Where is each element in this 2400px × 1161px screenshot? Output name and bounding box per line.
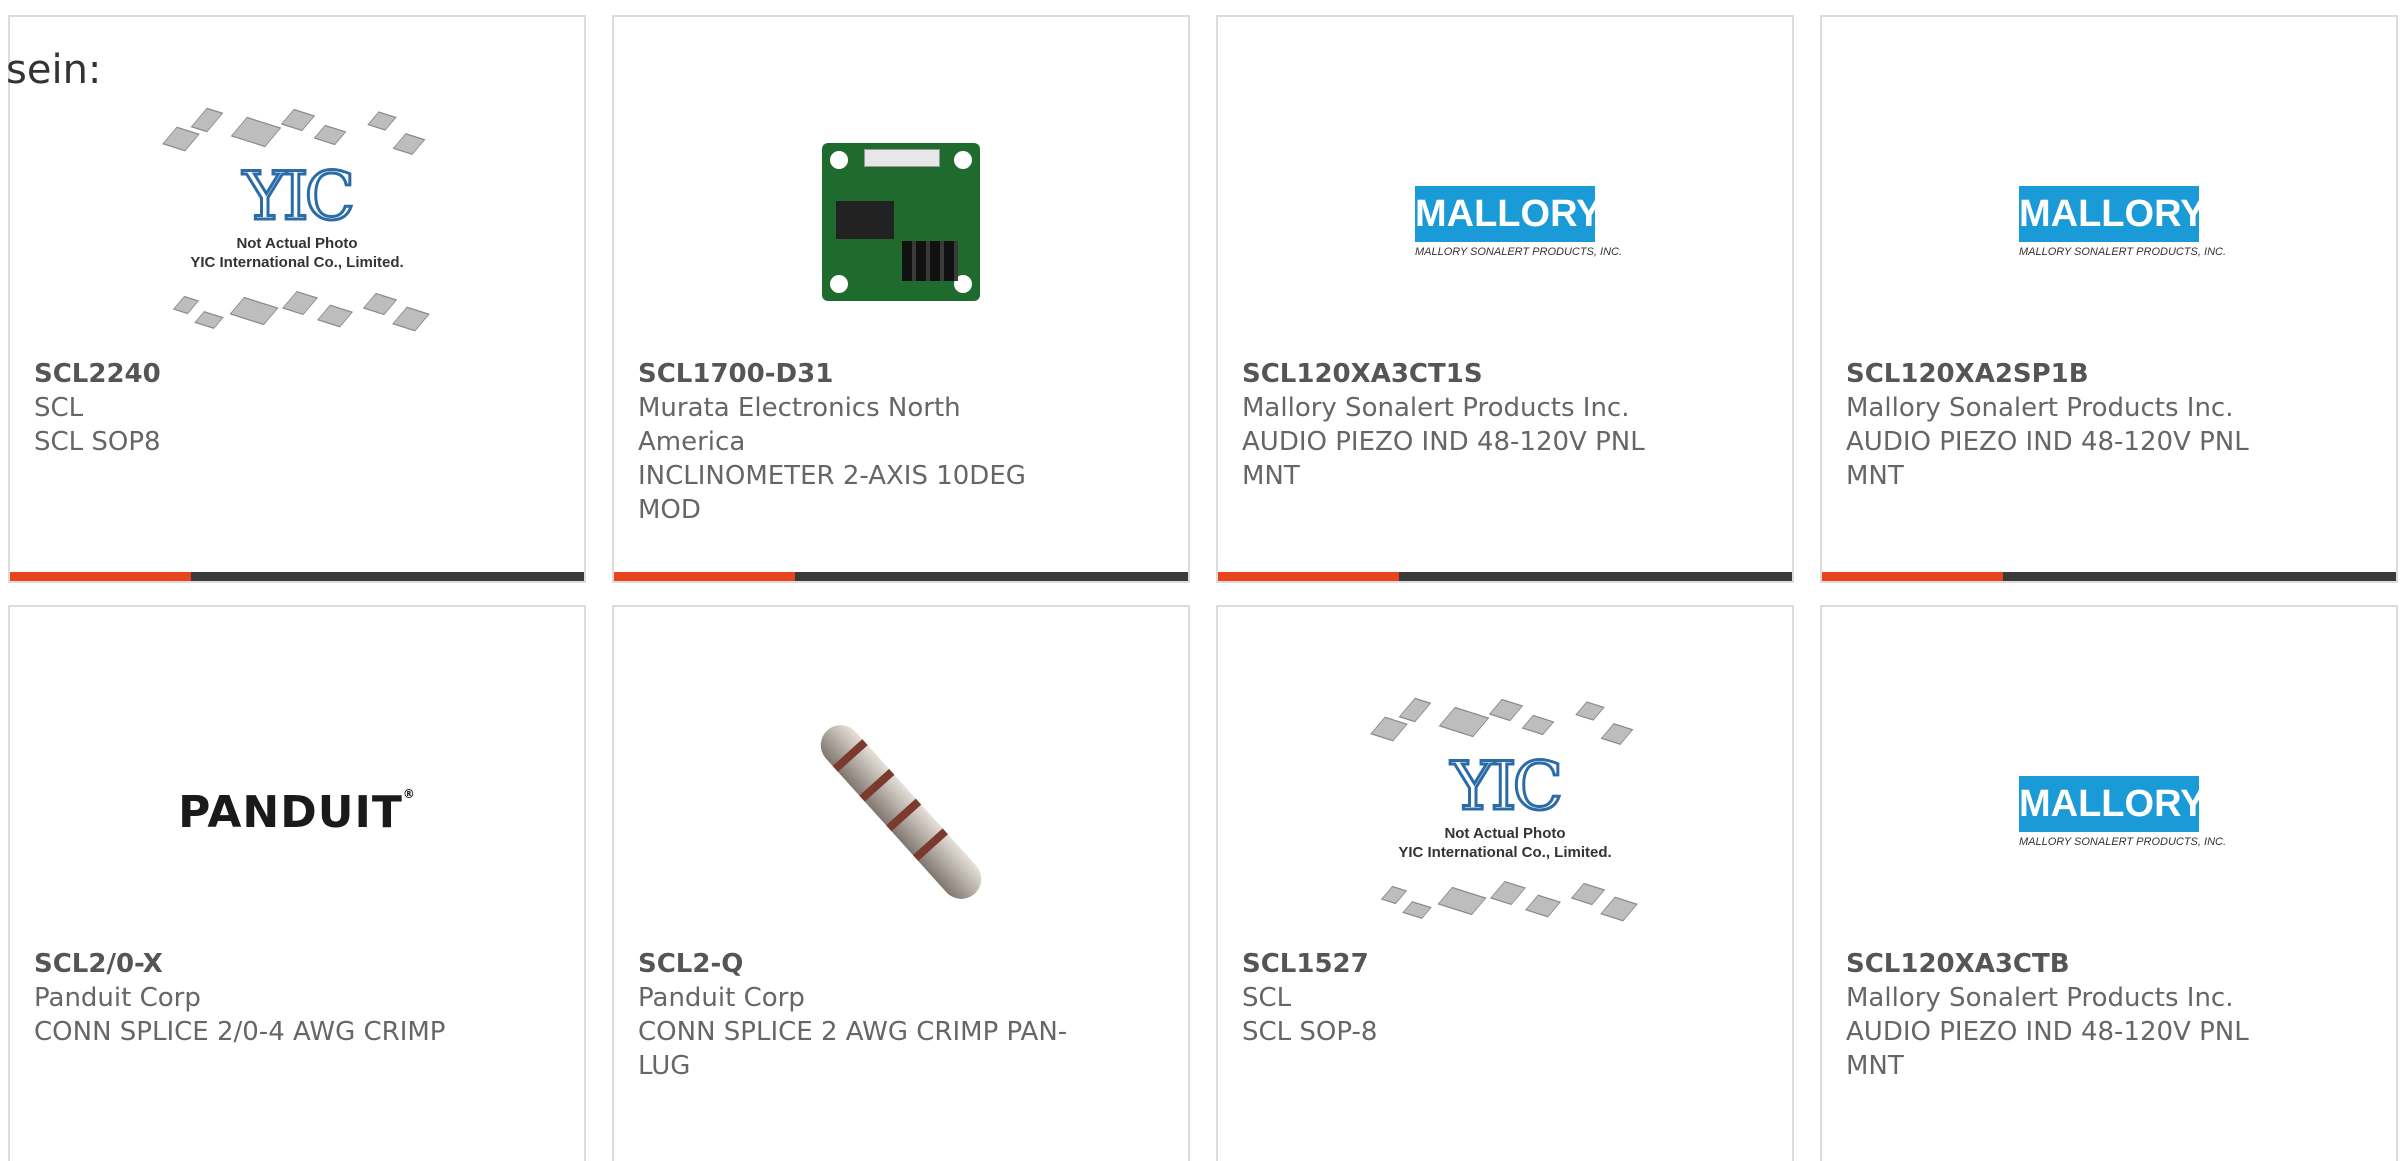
card-bottom-accent [1822, 572, 2003, 581]
product-info: SCL2240 SCL SCL SOP8 [34, 357, 464, 459]
card-bottom-accent [1218, 572, 1399, 581]
yic-placeholder-image: YIC Not Actual Photo YIC International C… [1365, 692, 1645, 932]
mallory-logo-subtext: MALLORY SONALERT PRODUCTS, INC. [1415, 246, 1623, 258]
product-card[interactable]: SCL1700-D31 Murata Electronics North Ame… [612, 15, 1190, 583]
description: SCL SOP8 [34, 427, 161, 457]
splice-image [812, 716, 990, 908]
part-number[interactable]: SCL1700-D31 [638, 357, 1068, 391]
product-info: SCL120XA3CT1S Mallory Sonalert Products … [1242, 357, 1672, 493]
product-card[interactable]: PANDUIT® SCL2/0-X Panduit Corp CONN SPLI… [8, 605, 586, 1161]
mallory-logo-text: MALLORY [2019, 186, 2205, 242]
product-info: SCL1527 SCL SCL SOP-8 [1242, 947, 1672, 1049]
mallory-logo-subtext: MALLORY SONALERT PRODUCTS, INC. [2019, 246, 2227, 258]
description: AUDIO PIEZO IND 48-120V PNL MNT [1242, 427, 1645, 491]
page: sein: YIC Not Actual Photo YIC Internati… [0, 0, 2400, 1161]
intro-text: sein: [6, 47, 102, 93]
description: AUDIO PIEZO IND 48-120V PNL MNT [1846, 427, 2249, 491]
product-image[interactable]: MALLORY MALLORY SONALERT PRODUCTS, INC. [1218, 77, 1792, 367]
product-card[interactable]: SCL2-Q Panduit Corp CONN SPLICE 2 AWG CR… [612, 605, 1190, 1161]
part-number[interactable]: SCL120XA3CT1S [1242, 357, 1672, 391]
mallory-logo-text: MALLORY [1415, 186, 1601, 242]
mallory-logo: MALLORY MALLORY SONALERT PRODUCTS, INC. [1415, 186, 1623, 258]
part-number[interactable]: SCL120XA3CTB [1846, 947, 2276, 981]
product-card[interactable]: YIC Not Actual Photo YIC International C… [1216, 605, 1794, 1161]
manufacturer: Murata Electronics North America [638, 393, 961, 457]
manufacturer: Panduit Corp [638, 983, 805, 1013]
product-image[interactable]: MALLORY MALLORY SONALERT PRODUCTS, INC. [1822, 77, 2396, 367]
product-image[interactable] [614, 667, 1188, 957]
part-number[interactable]: SCL2240 [34, 357, 464, 391]
image-caption-line1: Not Actual Photo [1444, 825, 1566, 842]
product-image[interactable]: YIC Not Actual Photo YIC International C… [10, 77, 584, 367]
product-info: SCL1700-D31 Murata Electronics North Ame… [638, 357, 1068, 527]
image-caption-line2: YIC International Co., Limited. [190, 254, 404, 271]
manufacturer: Panduit Corp [34, 983, 201, 1013]
image-caption: Not Actual Photo YIC International Co., … [1365, 824, 1645, 862]
card-bottom-accent [614, 572, 795, 581]
manufacturer: Mallory Sonalert Products Inc. [1846, 983, 2234, 1013]
description: INCLINOMETER 2-AXIS 10DEG MOD [638, 461, 1026, 525]
card-bottom-bar [1218, 572, 1792, 581]
image-caption-line2: YIC International Co., Limited. [1398, 844, 1612, 861]
description: CONN SPLICE 2/0-4 AWG CRIMP [34, 1017, 446, 1047]
product-info: SCL2/0-X Panduit Corp CONN SPLICE 2/0-4 … [34, 947, 464, 1049]
panduit-logo-text: PANDUIT [178, 786, 403, 838]
image-caption-line1: Not Actual Photo [236, 235, 358, 252]
yic-logo: YIC [241, 157, 356, 237]
product-info: SCL120XA2SP1B Mallory Sonalert Products … [1846, 357, 2276, 493]
description: CONN SPLICE 2 AWG CRIMP PAN-LUG [638, 1017, 1068, 1081]
product-info: SCL2-Q Panduit Corp CONN SPLICE 2 AWG CR… [638, 947, 1068, 1083]
card-bottom-bar [1822, 572, 2396, 581]
product-card[interactable]: MALLORY MALLORY SONALERT PRODUCTS, INC. … [1216, 15, 1794, 583]
part-number[interactable]: SCL2-Q [638, 947, 1068, 981]
mallory-logo-text: MALLORY [2019, 776, 2205, 832]
card-bottom-accent [10, 572, 191, 581]
product-image[interactable]: YIC Not Actual Photo YIC International C… [1218, 667, 1792, 957]
product-image[interactable] [614, 77, 1188, 367]
product-card[interactable]: MALLORY MALLORY SONALERT PRODUCTS, INC. … [1820, 605, 2398, 1161]
manufacturer: Mallory Sonalert Products Inc. [1846, 393, 2234, 423]
part-number[interactable]: SCL1527 [1242, 947, 1672, 981]
description: AUDIO PIEZO IND 48-120V PNL MNT [1846, 1017, 2249, 1081]
manufacturer: SCL [1242, 983, 1292, 1013]
mallory-logo: MALLORY MALLORY SONALERT PRODUCTS, INC. [2019, 776, 2227, 848]
description: SCL SOP-8 [1242, 1017, 1378, 1047]
product-image[interactable]: MALLORY MALLORY SONALERT PRODUCTS, INC. [1822, 667, 2396, 957]
part-number[interactable]: SCL2/0-X [34, 947, 464, 981]
product-card[interactable]: MALLORY MALLORY SONALERT PRODUCTS, INC. … [1820, 15, 2398, 583]
yic-logo: YIC [1449, 747, 1564, 827]
product-card[interactable]: YIC Not Actual Photo YIC International C… [8, 15, 586, 583]
panduit-logo: PANDUIT® [178, 786, 416, 838]
product-grid: YIC Not Actual Photo YIC International C… [8, 15, 2400, 1161]
manufacturer: Mallory Sonalert Products Inc. [1242, 393, 1630, 423]
image-caption: Not Actual Photo YIC International Co., … [157, 234, 437, 272]
yic-placeholder-image: YIC Not Actual Photo YIC International C… [157, 102, 437, 342]
product-image[interactable]: PANDUIT® [10, 667, 584, 957]
product-info: SCL120XA3CTB Mallory Sonalert Products I… [1846, 947, 2276, 1083]
inclinometer-board-image [822, 143, 980, 301]
mallory-logo: MALLORY MALLORY SONALERT PRODUCTS, INC. [2019, 186, 2227, 258]
manufacturer: SCL [34, 393, 84, 423]
mallory-logo-subtext: MALLORY SONALERT PRODUCTS, INC. [2019, 836, 2227, 848]
card-bottom-bar [614, 572, 1188, 581]
card-bottom-bar [10, 572, 584, 581]
part-number[interactable]: SCL120XA2SP1B [1846, 357, 2276, 391]
